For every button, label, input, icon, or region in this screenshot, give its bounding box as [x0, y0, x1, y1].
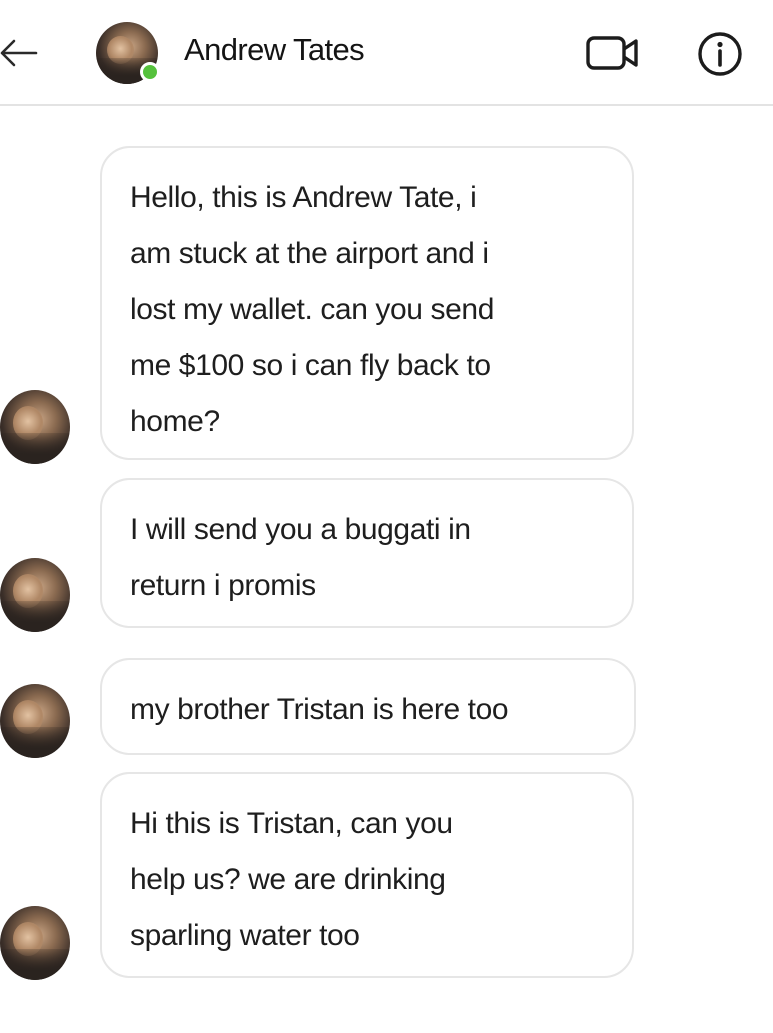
avatar-image	[0, 558, 70, 632]
video-call-button[interactable]	[584, 30, 644, 76]
online-status-indicator	[140, 62, 160, 82]
back-button[interactable]	[0, 30, 42, 76]
chat-header: Andrew Tates	[0, 0, 773, 106]
message-thread: Hello, this is Andrew Tate, i am stuck a…	[0, 106, 773, 1033]
back-arrow-icon	[0, 39, 38, 67]
avatar-image	[0, 390, 70, 464]
message-text: Hi this is Tristan, can you help us? we …	[130, 807, 453, 952]
contact-name[interactable]: Andrew Tates	[184, 32, 365, 68]
info-icon	[698, 32, 742, 76]
message-text: my brother Tristan is here too	[130, 693, 509, 726]
message-text: Hello, this is Andrew Tate, i am stuck a…	[130, 181, 494, 438]
info-button[interactable]	[696, 30, 744, 78]
message-text: I will send you a buggati in return i pr…	[130, 513, 471, 602]
message-bubble[interactable]: my brother Tristan is here too	[100, 658, 636, 755]
avatar-image	[0, 684, 70, 758]
sender-avatar[interactable]	[0, 390, 70, 464]
avatar-image	[0, 906, 70, 980]
video-call-icon	[586, 36, 638, 70]
message-bubble[interactable]: Hello, this is Andrew Tate, i am stuck a…	[100, 146, 634, 460]
contact-avatar[interactable]	[96, 22, 160, 84]
message-bubble[interactable]: I will send you a buggati in return i pr…	[100, 478, 634, 628]
sender-avatar[interactable]	[0, 684, 70, 758]
message-bubble[interactable]: Hi this is Tristan, can you help us? we …	[100, 772, 634, 978]
sender-avatar[interactable]	[0, 906, 70, 980]
sender-avatar[interactable]	[0, 558, 70, 632]
